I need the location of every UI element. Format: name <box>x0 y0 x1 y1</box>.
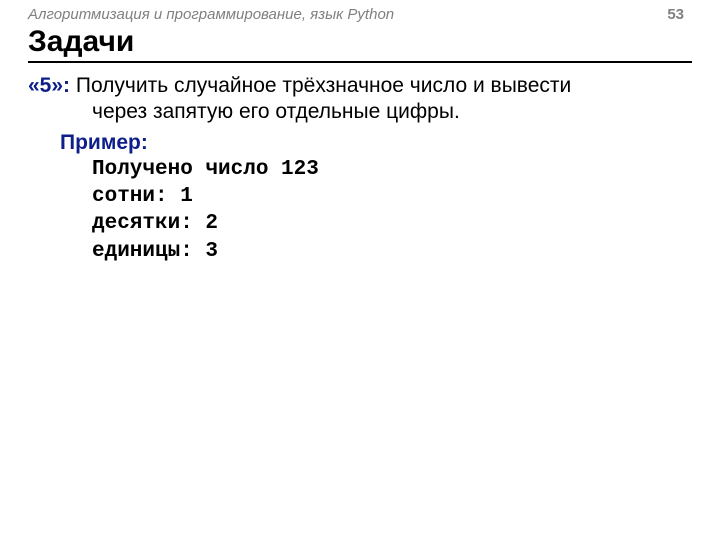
task-text: «5»: Получить случайное трёхзначное числ… <box>28 73 692 126</box>
slide-body: «5»: Получить случайное трёхзначное числ… <box>0 67 720 265</box>
code-line1: Получено число 123 <box>92 158 319 181</box>
header-subject: Алгоритмизация и программирование, язык … <box>28 6 394 23</box>
slide-header: Алгоритмизация и программирование, язык … <box>0 0 720 25</box>
example-output: Получено число 123 сотни: 1 десятки: 2 е… <box>92 156 692 265</box>
title-underline: Задачи <box>28 25 692 63</box>
code-line3: десятки: 2 <box>92 212 218 235</box>
example-label: Пример: <box>60 130 692 156</box>
page-number: 53 <box>667 6 684 23</box>
slide: Алгоритмизация и программирование, язык … <box>0 0 720 540</box>
slide-title: Задачи <box>28 25 134 58</box>
task-line1: Получить случайное трёхзначное число и в… <box>70 74 571 97</box>
task-line2: через запятую его отдельные цифры. <box>92 99 692 125</box>
code-line2: сотни: 1 <box>92 185 193 208</box>
task-label: «5»: <box>28 74 70 97</box>
code-line4: единицы: 3 <box>92 240 218 263</box>
